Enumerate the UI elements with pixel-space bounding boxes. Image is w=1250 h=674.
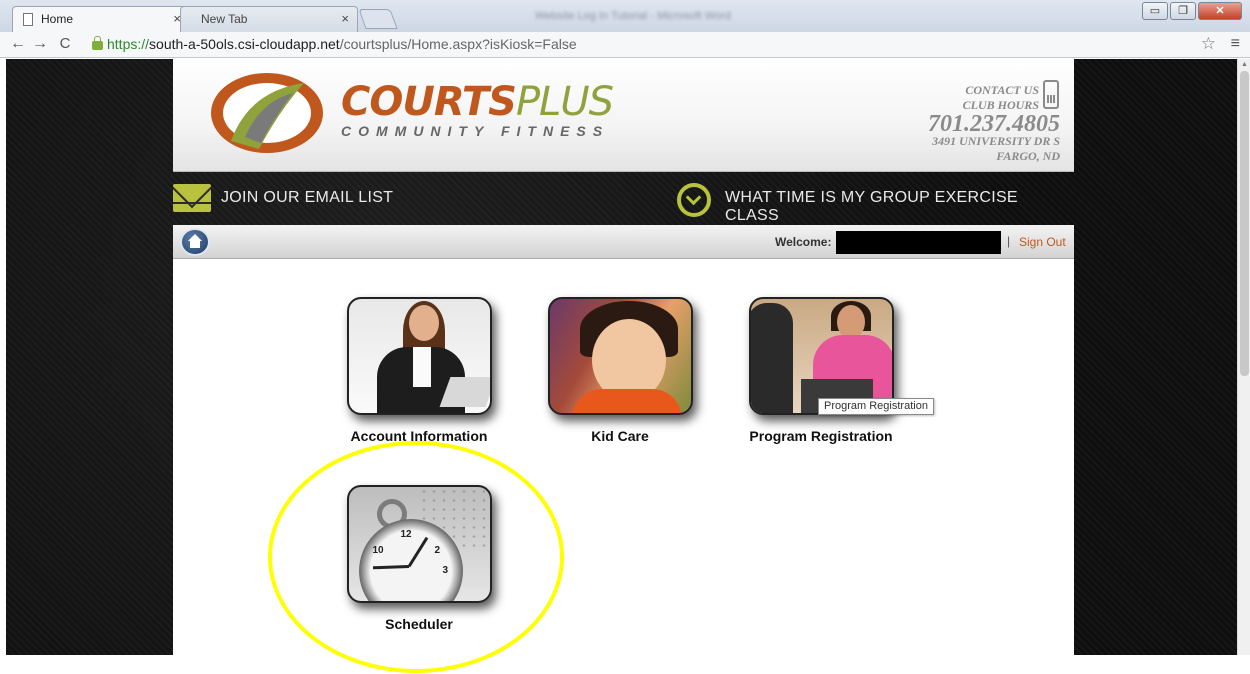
separator: |	[1007, 234, 1011, 248]
scheduler-highlight-circle	[268, 441, 564, 673]
club-address: 3491 UNIVERSITY DR S FARGO, ND	[932, 134, 1060, 164]
email-envelope-icon[interactable]	[173, 184, 211, 212]
tile-label[interactable]: Program Registration	[741, 428, 901, 444]
page-viewport: COURTSPLUS COMMUNITY FITNESS CONTACT US …	[6, 59, 1237, 655]
email-list-link[interactable]: JOIN OUR EMAIL LIST	[221, 189, 393, 207]
home-icon[interactable]	[180, 228, 210, 256]
window-controls: ▭ ❐ ✕	[1142, 2, 1242, 20]
minimize-button[interactable]: ▭	[1142, 2, 1168, 20]
menu-icon[interactable]: ≡	[1231, 35, 1240, 53]
restore-button[interactable]: ❐	[1170, 2, 1196, 20]
window-title: Website Log In Tutorial - Microsoft Word	[535, 10, 731, 22]
contact-us-link[interactable]: CONTACT US	[963, 83, 1039, 98]
logo-courts: COURTS	[341, 79, 517, 125]
kid-care-image[interactable]	[547, 297, 693, 415]
browser-toolbar: ← → C https://south-a-50ols.csi-cloudapp…	[0, 32, 1250, 58]
clock-icon[interactable]	[677, 183, 711, 217]
url-host: south-a-50ols.csi-cloudapp.net	[149, 36, 340, 52]
phone-icon	[1043, 80, 1059, 109]
tab-new-tab[interactable]: New Tab ×	[180, 6, 358, 32]
back-icon[interactable]: ←	[8, 35, 28, 53]
logo-plus: PLUS	[515, 79, 614, 125]
info-strip: JOIN OUR EMAIL LIST WHAT TIME IS MY GROU…	[173, 172, 1074, 225]
page-icon	[23, 13, 33, 26]
address-line-2: FARGO, ND	[996, 149, 1060, 163]
account-information-image[interactable]	[346, 297, 492, 415]
bottom-strip	[0, 655, 1250, 674]
tab-home[interactable]: Home ×	[12, 6, 190, 32]
url-scheme: https://	[107, 36, 150, 52]
tile-account-information[interactable]: Account Information	[339, 297, 499, 444]
address-bar[interactable]: https://south-a-50ols.csi-cloudapp.net/c…	[92, 34, 1192, 55]
scroll-up-icon[interactable]: ▲	[1241, 61, 1248, 68]
tooltip: Program Registration	[818, 398, 934, 415]
contact-links: CONTACT US CLUB HOURS	[963, 83, 1039, 113]
class-time-link[interactable]: WHAT TIME IS MY GROUP EXERCISE CLASS	[725, 189, 1074, 225]
courtsplus-logo-icon[interactable]	[209, 71, 325, 156]
close-window-button[interactable]: ✕	[1198, 2, 1242, 20]
lock-icon	[92, 36, 103, 50]
tile-label[interactable]: Kid Care	[540, 428, 700, 444]
redacted-username	[836, 231, 1001, 254]
tile-program-registration[interactable]: Program Registration	[741, 297, 901, 444]
logo-tagline: COMMUNITY FITNESS	[341, 123, 610, 139]
welcome-label: Welcome:	[775, 235, 832, 249]
logo-wordmark: COURTSPLUS	[341, 79, 614, 125]
url-path: /courtsplus/Home.aspx?isKiosk=False	[339, 36, 577, 52]
welcome-bar: Welcome: | Sign Out	[173, 225, 1074, 259]
site-header: COURTSPLUS COMMUNITY FITNESS CONTACT US …	[173, 59, 1074, 172]
tab-close-icon[interactable]: ×	[341, 11, 349, 26]
tab-label: Home	[41, 12, 74, 26]
forward-icon[interactable]: →	[30, 35, 50, 53]
page-scrollbar[interactable]: ▲	[1237, 59, 1250, 655]
browser-tab-strip: Home × New Tab × Website Log In Tutorial…	[0, 0, 1250, 32]
tab-label: New Tab	[201, 12, 248, 26]
star-icon[interactable]: ☆	[1201, 34, 1216, 54]
scroll-thumb[interactable]	[1240, 71, 1249, 376]
reload-icon[interactable]: C	[55, 35, 75, 52]
new-tab-button[interactable]	[358, 9, 398, 29]
address-line-1: 3491 UNIVERSITY DR S	[932, 134, 1060, 148]
sign-out-link[interactable]: Sign Out	[1019, 235, 1066, 249]
tile-kid-care[interactable]: Kid Care	[540, 297, 700, 444]
